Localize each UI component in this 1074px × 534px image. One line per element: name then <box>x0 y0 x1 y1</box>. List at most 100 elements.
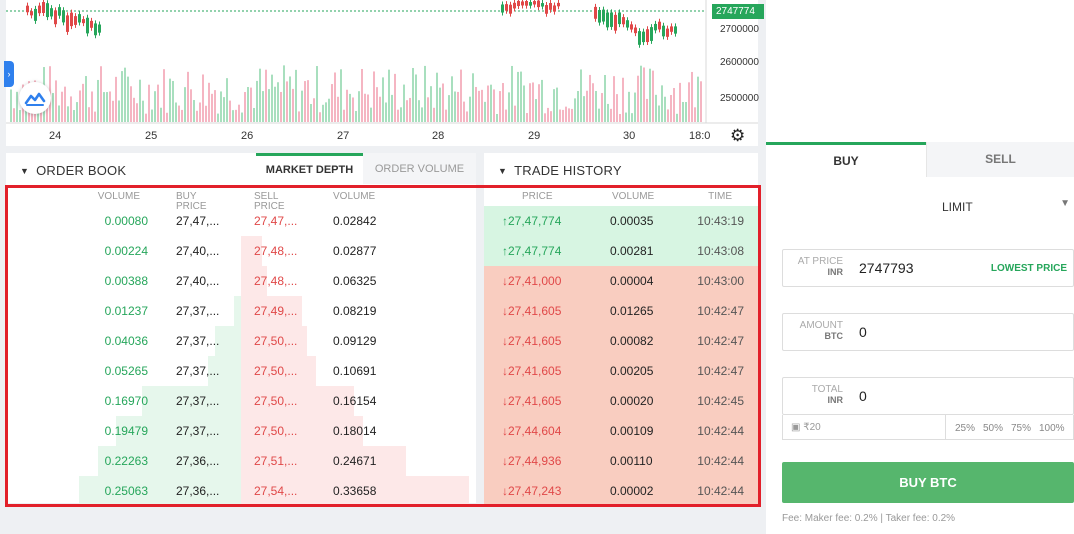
volume-bar <box>490 84 492 122</box>
time-header: TIME <box>708 191 732 202</box>
bid-volume: 0.25063 <box>104 484 148 498</box>
tab-order-volume[interactable]: ORDER VOLUME <box>363 153 476 184</box>
volume-bar <box>700 81 702 122</box>
volume-header: VOLUME <box>612 191 655 202</box>
volume-bar <box>223 97 225 122</box>
volume-bar <box>571 108 573 122</box>
ask-volume: 0.09129 <box>333 334 377 348</box>
volume-bar <box>433 107 435 122</box>
volume-bar <box>409 97 411 122</box>
candle <box>501 4 504 13</box>
order-book-row[interactable]: 0.01237 27,37,... 27,49,... 0.08219 <box>6 296 476 326</box>
order-book-row[interactable]: 0.19479 27,37,... 27,50,... 0.18014 <box>6 416 476 446</box>
order-book-row[interactable]: 0.00080 27,47,... 27,47,... 0.02842 <box>6 206 476 236</box>
volume-bar <box>436 72 438 122</box>
buy-price: 27,36,... <box>176 484 220 498</box>
trade-row[interactable]: ↓27,47,243 0.00002 10:42:44 <box>484 476 758 506</box>
volume-bar <box>340 69 342 122</box>
trade-row[interactable]: ↓27,44,604 0.00109 10:42:44 <box>484 416 758 446</box>
chevron-right-icon[interactable]: › <box>4 61 14 87</box>
percent-100-button[interactable]: 100% <box>1039 423 1065 434</box>
trade-price-value: 27,41,000 <box>508 274 562 288</box>
tradingview-logo-icon <box>24 92 46 106</box>
at-price-input[interactable]: 2747793 <box>859 260 914 276</box>
percent-25-button[interactable]: 25% <box>955 423 975 434</box>
volume-bar <box>235 109 237 122</box>
sell-price: 27,47,... <box>254 214 298 228</box>
bid-volume: 0.19479 <box>104 424 148 438</box>
volume-bar <box>508 92 510 122</box>
volume-bar <box>679 82 681 122</box>
order-book-row[interactable]: 0.16970 27,37,... 27,50,... 0.16154 <box>6 386 476 416</box>
volume-bar <box>241 112 243 122</box>
volume-bar <box>487 85 489 122</box>
trade-row[interactable]: ↓27,41,605 0.00020 10:42:45 <box>484 386 758 416</box>
wallet-balance: ▣ ₹20 <box>791 422 821 433</box>
lowest-price-link[interactable]: LOWEST PRICE <box>991 263 1067 274</box>
price-chart[interactable]: 2747774 2700000 2600000 2500000 24 25 26… <box>6 0 764 146</box>
percent-50-button[interactable]: 50% <box>983 423 1003 434</box>
trade-time: 10:42:47 <box>697 304 744 318</box>
volume-bar <box>526 113 528 122</box>
volume-bar <box>622 77 624 122</box>
candle <box>42 2 45 13</box>
trade-price: ↓27,41,000 <box>502 266 561 296</box>
volume-bar <box>427 97 429 122</box>
tradingview-logo[interactable] <box>19 82 51 114</box>
volume-bar <box>661 85 663 122</box>
trade-time: 10:42:45 <box>697 394 744 408</box>
x-axis-label: 25 <box>145 130 158 142</box>
buy-btc-button[interactable]: BUY BTC <box>782 462 1074 503</box>
volume-bar <box>499 91 501 122</box>
bid-volume: 0.16970 <box>104 394 148 408</box>
volume-bar <box>547 107 549 122</box>
tab-buy[interactable]: BUY <box>766 142 926 177</box>
total-field[interactable]: TOTAL INR 0 <box>782 377 1074 415</box>
order-book-title[interactable]: ▼ ORDER BOOK <box>20 163 126 178</box>
trade-row[interactable]: ↓27,41,000 0.00004 10:43:00 <box>484 266 758 296</box>
bid-volume: 0.22263 <box>104 454 148 468</box>
volume-bar <box>601 93 603 122</box>
order-book-row[interactable]: 0.00224 27,40,... 27,48,... 0.02877 <box>6 236 476 266</box>
total-input[interactable]: 0 <box>859 388 867 404</box>
gear-icon[interactable]: ⚙ <box>730 127 745 144</box>
order-type-select[interactable]: LIMIT ▼ <box>942 198 1074 218</box>
tab-market-depth[interactable]: MARKET DEPTH <box>256 153 363 184</box>
volume-bar <box>262 91 264 122</box>
volume-bar <box>451 76 453 122</box>
volume-bar <box>535 99 537 122</box>
order-book-row[interactable]: 0.05265 27,37,... 27,50,... 0.10691 <box>6 356 476 386</box>
amount-input[interactable]: 0 <box>859 324 867 340</box>
volume-bar <box>538 84 540 122</box>
amount-field[interactable]: AMOUNT BTC 0 <box>782 313 1074 351</box>
tab-sell[interactable]: SELL <box>926 142 1074 177</box>
volume-bar <box>220 91 222 122</box>
candle <box>658 21 661 30</box>
volume-bar <box>496 113 498 122</box>
trade-row[interactable]: ↓27,41,605 0.00205 10:42:47 <box>484 356 758 386</box>
volume-bar <box>553 89 555 122</box>
at-price-field[interactable]: AT PRICE INR 2747793 LOWEST PRICE <box>782 249 1074 287</box>
order-book-row[interactable]: 0.04036 27,37,... 27,50,... 0.09129 <box>6 326 476 356</box>
trade-row[interactable]: ↑27,47,774 0.00035 10:43:19 <box>484 206 758 236</box>
trade-history-title[interactable]: ▼ TRADE HISTORY <box>498 163 622 178</box>
candlestick-chart[interactable] <box>6 0 758 146</box>
candle <box>521 1 524 6</box>
trade-row[interactable]: ↑27,47,774 0.00281 10:43:08 <box>484 236 758 266</box>
order-book-row[interactable]: 0.22263 27,36,... 27,51,... 0.24671 <box>6 446 476 476</box>
order-book-row[interactable]: 0.00388 27,40,... 27,48,... 0.06325 <box>6 266 476 296</box>
trade-row[interactable]: ↓27,44,936 0.00110 10:42:44 <box>484 446 758 476</box>
caret-down-icon[interactable]: ▼ <box>20 166 29 176</box>
total-label-text: TOTAL <box>811 384 843 395</box>
at-price-label: AT PRICE INR <box>783 256 843 278</box>
volume-bar <box>595 90 597 122</box>
volume-bar <box>610 108 612 122</box>
percent-75-button[interactable]: 75% <box>1011 423 1031 434</box>
caret-down-icon[interactable]: ▼ <box>498 166 507 176</box>
trade-row[interactable]: ↓27,41,605 0.01265 10:42:47 <box>484 296 758 326</box>
trade-row[interactable]: ↓27,41,605 0.00082 10:42:47 <box>484 326 758 356</box>
volume-bar <box>349 93 351 122</box>
candle <box>509 4 512 14</box>
order-book-row[interactable]: 0.25063 27,36,... 27,54,... 0.33658 <box>6 476 476 506</box>
candle <box>62 10 65 23</box>
